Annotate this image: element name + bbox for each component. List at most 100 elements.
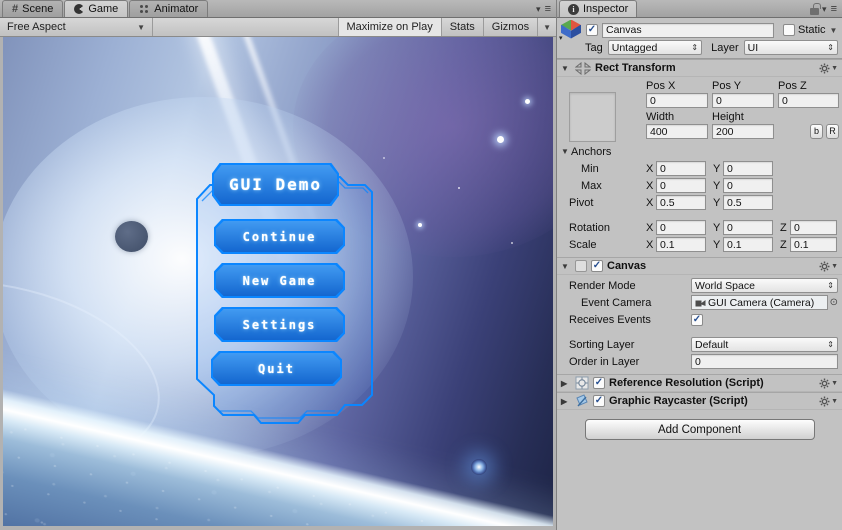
foldout-icon[interactable]: ▼ [561, 262, 571, 271]
anchor-max-y-field[interactable] [723, 178, 773, 193]
pos-z-label: Pos Z [778, 80, 807, 92]
height-label: Height [712, 111, 744, 123]
reference-resolution-checkbox[interactable] [593, 377, 605, 389]
height-field[interactable] [712, 124, 774, 139]
static-checkbox[interactable] [783, 24, 795, 36]
anchor-max-x-field[interactable] [656, 178, 706, 193]
render-mode-dropdown[interactable]: World Space [691, 278, 838, 293]
receives-events-checkbox[interactable] [691, 313, 703, 326]
gameobject-icon[interactable]: ▾ [559, 19, 581, 42]
settings-button[interactable]: Settings [214, 307, 345, 342]
rect-transform-icon [575, 61, 591, 75]
event-camera-field[interactable]: GUI Camera (Camera) [691, 295, 828, 310]
camera-icon [695, 300, 706, 307]
canvas-icon [575, 260, 587, 272]
blueprint-button[interactable]: b [810, 124, 823, 139]
inspector-menu[interactable]: ▾ ≡ [810, 2, 838, 15]
tab-game[interactable]: Game [64, 0, 129, 17]
settings-label: Settings [216, 309, 343, 340]
left-tabstrip: # Scene Game Animator ▾ ≡ [0, 0, 556, 18]
width-field[interactable] [646, 124, 708, 139]
scale-z-field[interactable] [790, 237, 837, 252]
anchor-min-y-field[interactable] [723, 161, 773, 176]
order-in-layer-label: Order in Layer [569, 355, 640, 368]
tab-animator[interactable]: Animator [129, 0, 209, 17]
rect-transform-header[interactable]: ▼ Rect Transform ▼ [557, 59, 842, 77]
object-picker-icon[interactable]: ⊙ [830, 297, 838, 308]
tab-inspector[interactable]: i Inspector [559, 0, 638, 17]
gameobject-name-field[interactable] [602, 22, 774, 38]
layer-dropdown[interactable]: UI [743, 40, 838, 55]
scale-y-field[interactable] [723, 237, 773, 252]
render-mode-value: World Space [695, 279, 755, 292]
lock-icon[interactable] [810, 2, 822, 15]
tab-scene[interactable]: # Scene [2, 0, 64, 17]
graphic-raycaster-checkbox[interactable] [593, 395, 605, 407]
rotation-x-field[interactable] [656, 220, 706, 235]
anchor-preview-box[interactable] [569, 92, 616, 142]
render-mode-label: Render Mode [569, 279, 636, 292]
scene-icon: # [12, 3, 19, 15]
pos-x-field[interactable] [646, 93, 708, 108]
foldout-icon[interactable]: ▶ [561, 397, 571, 406]
inspector-panel: i Inspector ▾ ≡ ▾ Static ▼ Tag Untagged … [556, 0, 842, 530]
scale-x-field[interactable] [656, 237, 706, 252]
active-checkbox[interactable] [586, 24, 598, 36]
reference-resolution-header[interactable]: ▶ Reference Resolution (Script) ▼ [557, 374, 842, 392]
axis-x-label: X [646, 238, 654, 251]
panel-menu-icon[interactable]: ▾ ≡ [536, 3, 552, 15]
pivot-x-field[interactable] [656, 195, 706, 210]
reset-rotation-button[interactable]: R [826, 124, 839, 139]
gear-icon[interactable]: ▼ [819, 378, 838, 389]
maximize-on-play-button[interactable]: Maximize on Play [337, 18, 441, 36]
star [511, 242, 513, 244]
star [458, 187, 460, 189]
anchors-label: Anchors [571, 145, 612, 158]
sorting-layer-dropdown[interactable]: Default [691, 337, 838, 352]
rotation-label: Rotation [569, 221, 610, 234]
foldout-icon[interactable]: ▶ [561, 379, 571, 388]
reference-resolution-title: Reference Resolution (Script) [609, 377, 764, 389]
tag-label: Tag [585, 41, 603, 54]
animator-icon [140, 5, 144, 8]
tag-dropdown[interactable]: Untagged [607, 40, 703, 55]
gear-icon[interactable]: ▼ [819, 396, 838, 407]
pos-y-label: Pos Y [712, 80, 742, 92]
star-flare [471, 459, 487, 475]
gizmos-button[interactable]: Gizmos [482, 18, 537, 36]
continue-button[interactable]: Continue [214, 219, 345, 254]
static-label: Static [798, 24, 826, 36]
canvas-enabled-checkbox[interactable] [591, 260, 603, 272]
pos-y-field[interactable] [712, 93, 774, 108]
game-toolbar: Free Aspect ▼ Maximize on Play Stats Giz… [0, 18, 556, 37]
add-component-button[interactable]: Add Component [584, 419, 815, 440]
max-label: Max [581, 179, 602, 192]
gear-icon[interactable]: ▼ [819, 261, 838, 272]
gear-icon[interactable]: ▼ [819, 63, 838, 74]
axis-z-label: Z [780, 221, 787, 234]
order-in-layer-field[interactable] [691, 354, 838, 369]
axis-y-label: Y [713, 196, 721, 209]
canvas-header[interactable]: ▼ Canvas ▼ [557, 257, 842, 275]
pos-z-field[interactable] [778, 93, 839, 108]
new-game-button[interactable]: New Game [214, 263, 345, 298]
rotation-z-field[interactable] [790, 220, 837, 235]
quit-button[interactable]: Quit [211, 351, 342, 386]
gizmos-dropdown-arrow[interactable]: ▼ [537, 18, 556, 36]
aspect-dropdown[interactable]: Free Aspect ▼ [0, 18, 153, 36]
game-panel: # Scene Game Animator ▾ ≡ Free Aspect ▼ M… [0, 0, 556, 530]
rect-transform-title: Rect Transform [595, 62, 676, 74]
foldout-icon[interactable]: ▼ [561, 64, 571, 73]
rotation-y-field[interactable] [723, 220, 773, 235]
moon [115, 221, 148, 252]
graphic-raycaster-header[interactable]: ▶ Graphic Raycaster (Script) ▼ [557, 392, 842, 410]
sorting-layer-label: Sorting Layer [569, 338, 635, 351]
static-dropdown-arrow[interactable]: ▼ [830, 26, 838, 35]
stats-button[interactable]: Stats [440, 18, 483, 36]
anchor-min-x-field[interactable] [656, 161, 706, 176]
game-icon [74, 4, 85, 14]
pivot-y-field[interactable] [723, 195, 773, 210]
axis-x-label: X [646, 196, 654, 209]
anchors-foldout-icon[interactable]: ▼ [561, 147, 571, 156]
